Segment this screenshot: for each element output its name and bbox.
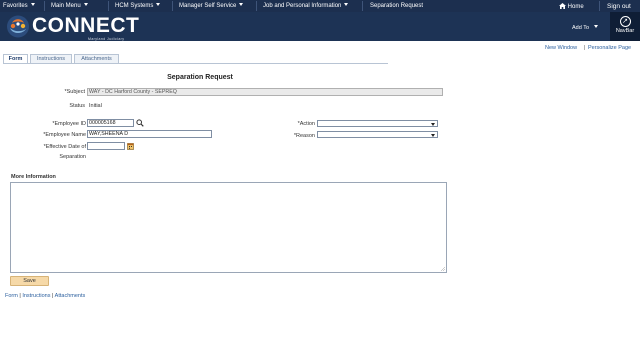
navbar-button[interactable]: ↗ NavBar xyxy=(610,12,640,41)
chevron-down-icon xyxy=(594,25,599,28)
menu-divider xyxy=(108,1,109,11)
chevron-down-icon xyxy=(156,3,161,6)
main-menu[interactable]: Main Menu xyxy=(51,3,88,9)
effective-date-label: *Effective Date of xyxy=(43,144,86,150)
bottom-link-attachments[interactable]: Attachments xyxy=(55,293,86,299)
employee-name-input[interactable]: WAY,SHEENA D xyxy=(87,130,212,138)
navbar-label: NavBar xyxy=(615,28,635,34)
chevron-down-icon xyxy=(431,133,435,137)
subject-field: WAY - DC Harford County - SEPREQ xyxy=(87,88,443,96)
main-menu-label: Main Menu xyxy=(51,3,81,9)
home-link[interactable]: Home xyxy=(559,3,584,10)
logo-subtitle: Maryland Judiciary xyxy=(88,37,125,41)
link-divider: | xyxy=(52,293,54,299)
link-divider: | xyxy=(584,45,586,51)
subject-label: *Subject xyxy=(64,89,86,95)
page-title: Separation Request xyxy=(167,74,233,81)
compass-icon: ↗ xyxy=(619,16,631,27)
breadcrumb-hcm-systems[interactable]: HCM Systems xyxy=(115,3,161,9)
favorites-label: Favorites xyxy=(3,3,28,9)
add-to-menu[interactable]: Add To xyxy=(572,25,599,31)
chevron-down-icon xyxy=(344,3,349,6)
chevron-down-icon xyxy=(30,3,35,6)
employee-id-label: *Employee ID xyxy=(52,121,86,127)
search-icon[interactable] xyxy=(136,119,144,127)
save-button[interactable]: Save xyxy=(10,276,49,286)
add-to-label: Add To xyxy=(572,25,590,31)
action-select[interactable] xyxy=(317,120,438,127)
breadcrumb-label: HCM Systems xyxy=(115,3,154,9)
chevron-down-icon xyxy=(83,3,88,6)
chevron-down-icon xyxy=(431,122,435,126)
calendar-icon[interactable] xyxy=(127,143,134,150)
bottom-links: Form | Instructions | Attachments xyxy=(5,293,85,299)
bottom-link-instructions[interactable]: Instructions xyxy=(22,293,50,299)
breadcrumb-current: Separation Request xyxy=(370,3,424,9)
status-value: Initial xyxy=(89,103,102,109)
action-label: *Action xyxy=(297,121,315,127)
breadcrumb-manager-self-service[interactable]: Manager Self Service xyxy=(179,3,244,9)
sign-out-link[interactable]: Sign out xyxy=(607,3,631,10)
new-window-link[interactable]: New Window xyxy=(545,45,577,51)
employee-id-input[interactable]: 000005168 xyxy=(87,119,134,127)
more-information-label: More Information xyxy=(11,174,56,180)
connect-logo-icon xyxy=(7,15,29,38)
menu-divider xyxy=(599,1,600,11)
reason-select[interactable] xyxy=(317,131,438,138)
chevron-down-icon xyxy=(239,3,244,6)
breadcrumb-job-personal-info[interactable]: Job and Personal Information xyxy=(263,3,349,9)
menu-divider xyxy=(256,1,257,11)
breadcrumb-label: Job and Personal Information xyxy=(263,3,342,9)
menu-divider xyxy=(362,1,363,11)
favorites-menu[interactable]: Favorites xyxy=(3,3,35,9)
menu-divider xyxy=(172,1,173,11)
reason-label: *Reason xyxy=(293,133,315,139)
bottom-link-form[interactable]: Form xyxy=(5,293,18,299)
breadcrumb-label: Manager Self Service xyxy=(179,3,237,9)
personalize-page-link[interactable]: Personalize Page xyxy=(588,45,631,51)
link-divider: | xyxy=(19,293,21,299)
effective-date-input[interactable] xyxy=(87,142,125,150)
home-icon xyxy=(559,3,566,9)
home-label: Home xyxy=(567,4,584,10)
effective-date-label-2: Separation xyxy=(59,154,86,160)
more-information-textarea[interactable] xyxy=(10,182,447,273)
employee-name-label: *Employee Name xyxy=(43,132,86,138)
tab-underline xyxy=(3,63,388,64)
status-label: Status xyxy=(69,103,85,109)
top-menu-bar: Favorites Main Menu HCM Systems Manager … xyxy=(0,0,640,12)
menu-divider xyxy=(44,1,45,11)
resize-grip-icon[interactable] xyxy=(441,267,445,271)
logo-text: CONNECT xyxy=(32,14,140,37)
